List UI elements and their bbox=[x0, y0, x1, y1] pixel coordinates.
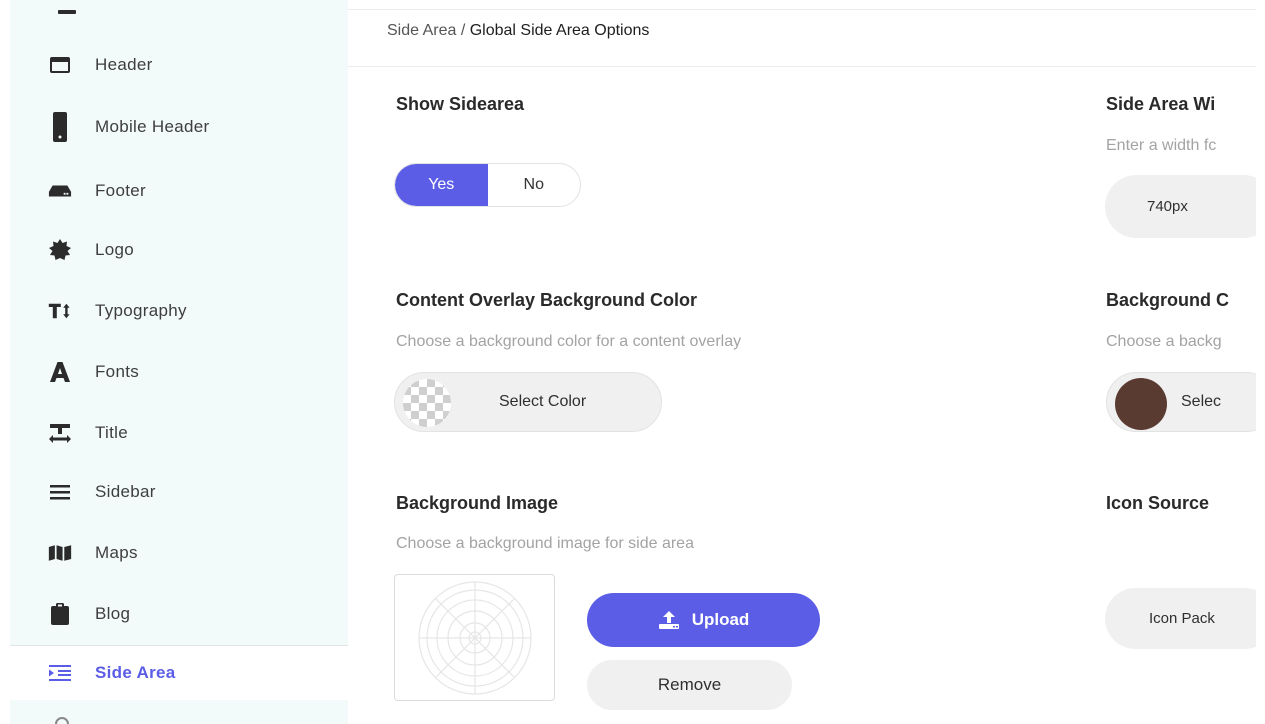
sidebar-item-footer[interactable]: Footer bbox=[10, 166, 348, 216]
upload-button[interactable]: Upload bbox=[587, 593, 820, 647]
partial-icon bbox=[55, 717, 69, 724]
sidebar-item-header[interactable]: Header bbox=[10, 40, 348, 90]
sidebar-item-label: Footer bbox=[95, 181, 146, 200]
top-divider bbox=[348, 9, 1265, 10]
sidebar-item-logo[interactable]: Logo bbox=[10, 225, 348, 275]
brown-swatch bbox=[1115, 378, 1167, 430]
sidebar-item-title[interactable]: Title bbox=[10, 408, 348, 458]
select-color-label: Selec bbox=[1181, 393, 1222, 410]
sidebar-item-side-area[interactable]: Side Area bbox=[10, 646, 348, 700]
mobile-icon bbox=[48, 112, 72, 142]
logo-icon bbox=[48, 238, 72, 262]
show-sidearea-toggle: Yes No bbox=[394, 163, 581, 207]
sidebar-item-label: Side Area bbox=[95, 663, 176, 682]
sidebar-nav: Header Mobile Header Footer Logo Typogra… bbox=[10, 0, 348, 724]
sidebar-item-label: Title bbox=[95, 423, 128, 442]
background-image-title: Background Image bbox=[396, 493, 559, 513]
upload-icon bbox=[658, 611, 679, 629]
header-divider bbox=[348, 66, 1265, 67]
background-color-picker[interactable]: Selec bbox=[1106, 372, 1265, 432]
side-area-width-value: 740px bbox=[1147, 198, 1188, 215]
content-overlay-color-picker[interactable]: Select Color bbox=[394, 372, 662, 432]
right-edge bbox=[1256, 0, 1265, 724]
mandala-thumbnail-icon bbox=[417, 580, 532, 695]
sidebar-item-fonts[interactable]: Fonts bbox=[10, 347, 348, 397]
background-image-preview[interactable] bbox=[394, 574, 555, 701]
background-color-title: Background C bbox=[1106, 290, 1230, 310]
indent-icon bbox=[48, 661, 72, 685]
content-overlay-description: Choose a background color for a content … bbox=[396, 333, 742, 350]
side-area-width-title: Side Area Wi bbox=[1106, 94, 1216, 114]
footer-icon bbox=[48, 179, 72, 203]
icon-source-title: Icon Source bbox=[1106, 493, 1210, 513]
breadcrumb-current: Global Side Area Options bbox=[469, 22, 650, 39]
sidebar-item-label: Fonts bbox=[95, 362, 140, 381]
sidebar-item-mobile-header[interactable]: Mobile Header bbox=[10, 102, 348, 152]
sidebar-item-label: Sidebar bbox=[95, 482, 156, 501]
toggle-yes-button[interactable]: Yes bbox=[395, 164, 488, 206]
show-sidearea-title: Show Sidearea bbox=[396, 94, 525, 114]
sidebar-item-blog[interactable]: Blog bbox=[10, 589, 348, 639]
sidebar-bottom bbox=[10, 700, 348, 724]
fonts-icon bbox=[48, 360, 72, 384]
side-area-width-input[interactable]: 740px bbox=[1105, 175, 1265, 238]
upload-label: Upload bbox=[691, 610, 750, 629]
sidebar-item-label: Typography bbox=[95, 301, 187, 320]
clipboard-icon bbox=[48, 602, 72, 626]
select-color-label: Select Color bbox=[499, 393, 587, 410]
breadcrumb-parent[interactable]: Side Area bbox=[387, 22, 456, 39]
typography-icon bbox=[48, 299, 72, 323]
breadcrumb: Side Area / Global Side Area Options bbox=[387, 22, 649, 40]
background-color-description: Choose a backg bbox=[1106, 333, 1222, 350]
sidebar-item-maps[interactable]: Maps bbox=[10, 528, 348, 578]
side-area-width-description: Enter a width fc bbox=[1106, 137, 1217, 154]
sidebar-lines-icon bbox=[48, 480, 72, 504]
transparent-swatch bbox=[403, 379, 451, 427]
background-image-description: Choose a background image for side area bbox=[396, 535, 694, 552]
partial-icon bbox=[58, 10, 76, 14]
breadcrumb-separator: / bbox=[456, 22, 470, 39]
header-icon bbox=[48, 53, 72, 77]
icon-source-select[interactable]: Icon Pack bbox=[1105, 588, 1265, 649]
content-overlay-title: Content Overlay Background Color bbox=[396, 290, 698, 310]
sidebar-item-typography[interactable]: Typography bbox=[10, 286, 348, 336]
sidebar-item-label: Mobile Header bbox=[95, 117, 210, 136]
icon-source-value: Icon Pack bbox=[1149, 610, 1215, 627]
sidebar-item-label: Maps bbox=[95, 543, 138, 562]
toggle-no-button[interactable]: No bbox=[488, 164, 581, 206]
title-icon bbox=[48, 421, 72, 445]
sidebar-item-label: Blog bbox=[95, 604, 131, 623]
remove-button[interactable]: Remove bbox=[587, 660, 792, 710]
sidebar-item-label: Logo bbox=[95, 240, 135, 259]
sidebar-item-label: Header bbox=[95, 55, 153, 74]
map-icon bbox=[48, 541, 72, 565]
sidebar-item-sidebar[interactable]: Sidebar bbox=[10, 467, 348, 517]
